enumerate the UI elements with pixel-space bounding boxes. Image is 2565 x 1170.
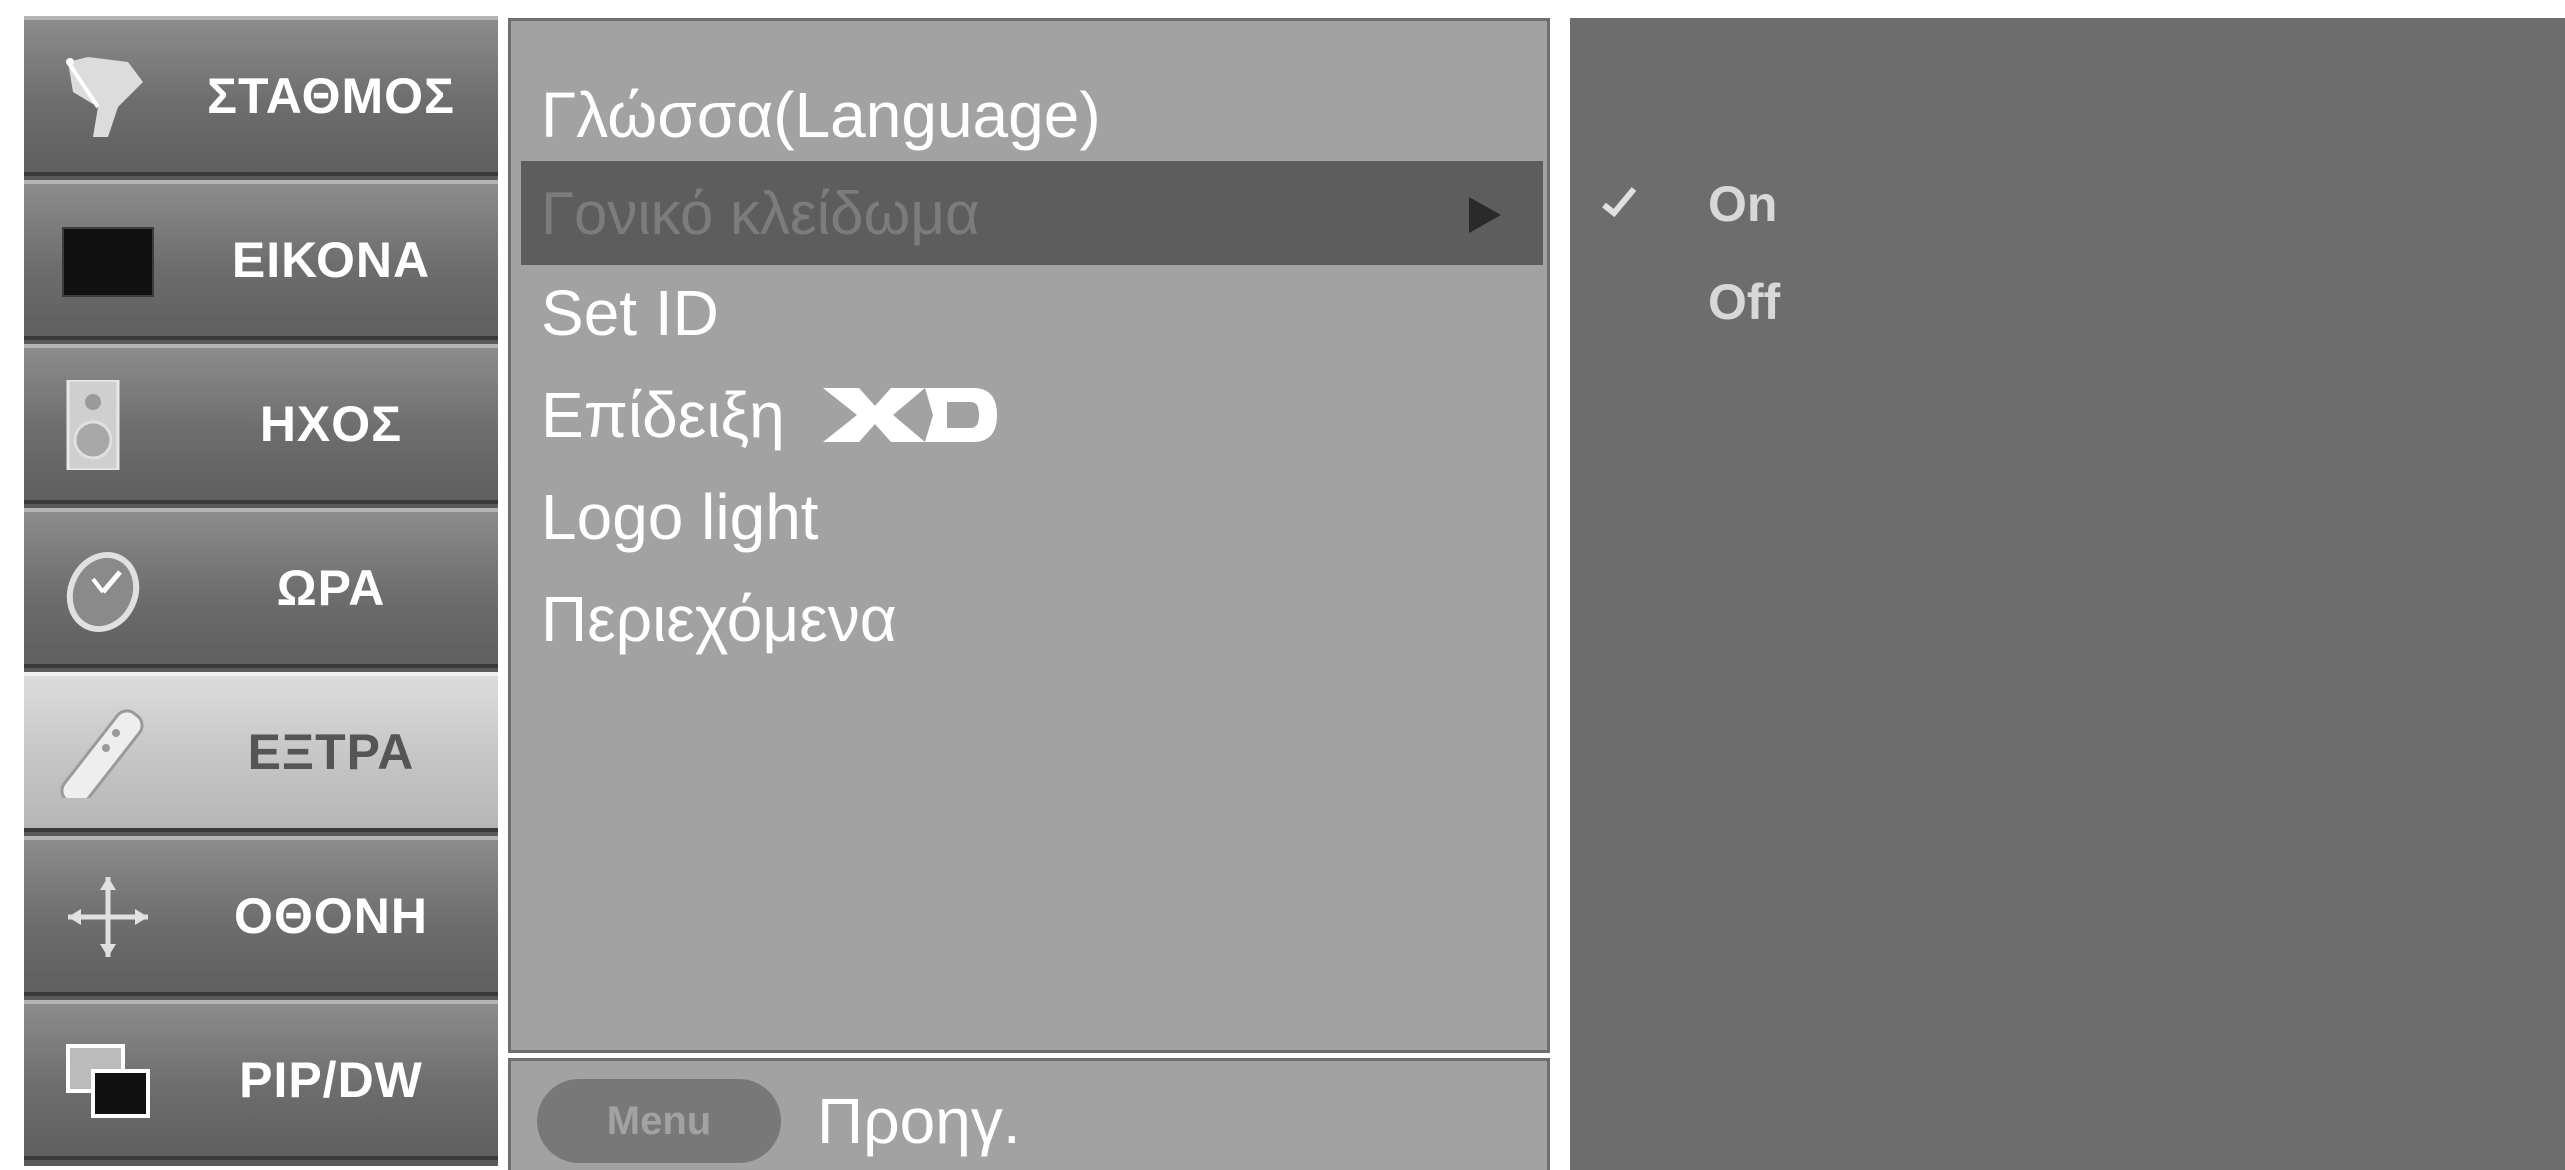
- submenu-item-label: Γονικό κλείδωμα: [541, 179, 980, 247]
- sidebar-item-label: ΗΧΟΣ: [259, 396, 403, 452]
- bottom-help-bar: Menu Προηγ.: [508, 1058, 1550, 1170]
- sidebar-item-screen[interactable]: ΟΘΟΝΗ: [24, 836, 498, 996]
- sidebar-item-label: ΩΡΑ: [276, 560, 386, 616]
- submenu-item-logo-light[interactable]: Logo light: [541, 469, 819, 565]
- submenu-item-label: Set ID: [541, 277, 719, 349]
- satellite-dish-icon: [66, 57, 143, 137]
- extra-submenu: Γλώσσα(Language) Γονικό κλείδωμα Set ID …: [508, 18, 1550, 1053]
- option-off[interactable]: Off: [1708, 272, 1780, 332]
- main-menu-sidebar: ΣΤΑΘΜΟΣ ΕΙΚΟΝΑ ΗΧΟΣ ΩΡΑ ΕΞΤΡΑ ΟΘΟΝΗ PIP/…: [24, 16, 498, 1166]
- sidebar-item-station[interactable]: ΣΤΑΘΜΟΣ: [24, 16, 498, 176]
- sidebar-item-time[interactable]: ΩΡΑ: [24, 508, 498, 668]
- sidebar-item-label: PIP/DW: [239, 1052, 423, 1108]
- sidebar-item-pip[interactable]: PIP/DW: [24, 1000, 498, 1160]
- submenu-item-label: Γλώσσα(Language): [541, 79, 1101, 151]
- speaker-icon: [66, 380, 120, 470]
- sidebar-item-extra[interactable]: ΕΞΤΡΑ: [24, 672, 498, 832]
- back-label: Προηγ.: [817, 1085, 1021, 1157]
- picture-icon: [62, 227, 154, 297]
- screen-arrows-icon: [68, 877, 148, 957]
- arrow-right-icon: [1469, 197, 1501, 233]
- sidebar-item-sound[interactable]: ΗΧΟΣ: [24, 344, 498, 504]
- remote-control-icon: [60, 709, 144, 798]
- options-panel: On Off: [1570, 18, 2565, 1170]
- checkmark-icon: [1602, 187, 1637, 218]
- menu-button[interactable]: Menu: [537, 1079, 781, 1163]
- xd-logo: [822, 388, 997, 442]
- pip-windows-icon: [66, 1044, 150, 1118]
- submenu-item-label: Επίδειξη: [541, 379, 785, 451]
- sidebar-item-picture[interactable]: ΕΙΚΟΝΑ: [24, 180, 498, 340]
- sidebar-item-label: ΟΘΟΝΗ: [234, 888, 428, 944]
- submenu-item-demo[interactable]: Επίδειξη: [541, 367, 999, 463]
- submenu-item-language[interactable]: Γλώσσα(Language): [541, 67, 1101, 163]
- submenu-item-label: Logo light: [541, 481, 819, 553]
- sidebar-item-label: ΕΙΚΟΝΑ: [231, 232, 431, 288]
- submenu-item-contents[interactable]: Περιεχόμενα: [541, 571, 897, 667]
- submenu-item-parental-lock[interactable]: Γονικό κλείδωμα: [521, 161, 1543, 265]
- submenu-item-label: Περιεχόμενα: [541, 583, 897, 655]
- option-on[interactable]: On: [1708, 174, 1777, 234]
- sidebar-item-label: ΕΞΤΡΑ: [247, 724, 415, 780]
- clock-icon: [66, 552, 140, 632]
- submenu-item-set-id[interactable]: Set ID: [541, 265, 719, 361]
- sidebar-item-label: ΣΤΑΘΜΟΣ: [206, 68, 456, 124]
